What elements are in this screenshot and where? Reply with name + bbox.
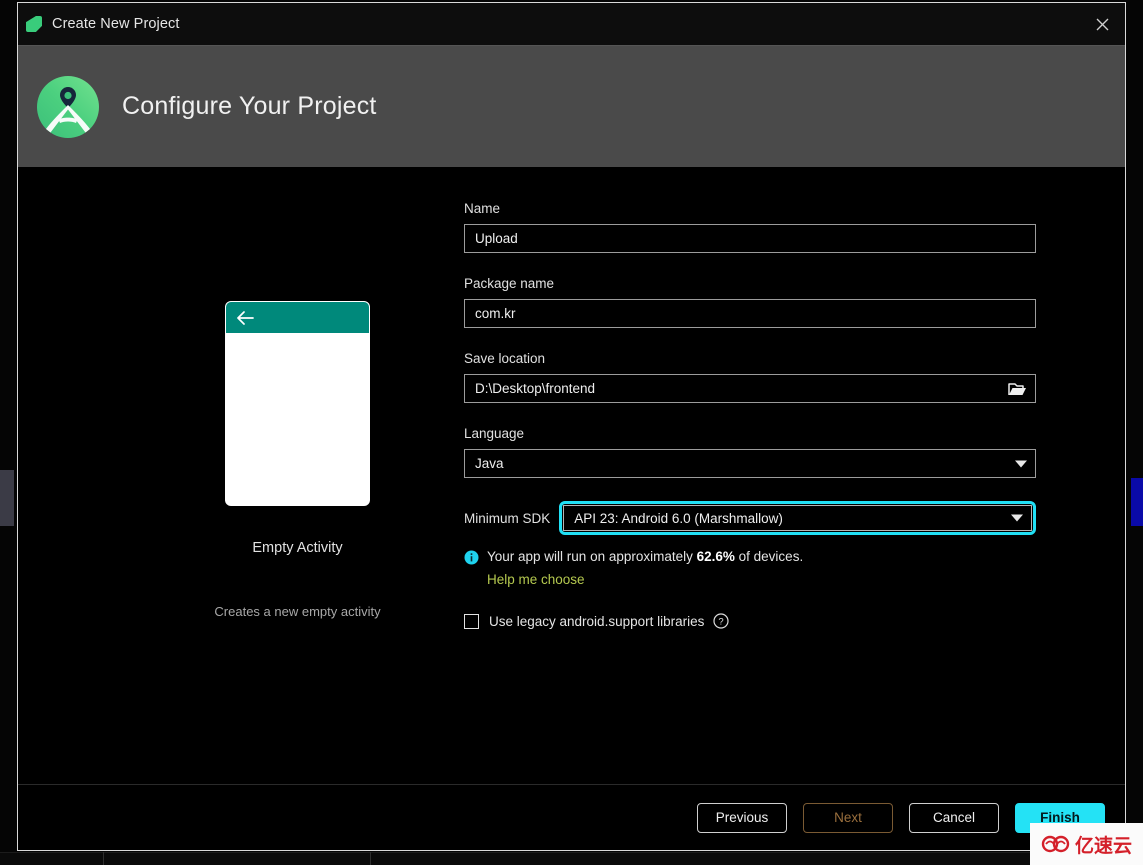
field-language: Language Java [464,426,1036,478]
phone-content-area [226,333,369,505]
coverage-percent: 62.6% [696,549,735,564]
template-description: Creates a new empty activity [214,604,381,619]
language-value: Java [475,456,504,471]
close-icon[interactable] [1079,3,1125,45]
package-name-label: Package name [464,276,555,291]
taskbar-divider [103,852,104,865]
folder-open-icon[interactable] [1008,381,1027,397]
phone-appbar [226,302,369,333]
dialog-title: Create New Project [52,16,180,32]
help-me-choose-link[interactable]: Help me choose [487,572,585,587]
legacy-libraries-checkbox[interactable] [464,613,479,629]
next-button[interactable]: Next [803,802,893,833]
back-arrow-icon [237,310,254,325]
svg-text:?: ? [719,617,724,628]
language-label: Language [464,426,525,441]
android-studio-icon [26,16,42,32]
minimum-sdk-dropdown[interactable]: API 23: Android 6.0 (Marshmallow) [563,505,1032,531]
dialog-header: Configure Your Project [18,45,1125,167]
watermark: 亿速云 [1030,823,1143,865]
coverage-text-after: of devices. [734,549,804,564]
legacy-libraries-row: Use legacy android.support libraries ? [464,613,1036,629]
save-location-input[interactable]: D:\Desktop\frontend [464,374,1036,403]
cloud-logo-icon [1041,835,1070,853]
name-value: Upload [475,231,518,246]
minimum-sdk-label: Minimum SDK [464,510,551,526]
dialog-titlebar: Create New Project [18,3,1125,45]
template-name: Empty Activity [252,540,343,556]
dialog-body: Empty Activity Creates a new empty activ… [18,167,1125,784]
taskbar-divider [370,852,371,865]
field-name: Name Upload [464,201,1036,253]
coverage-text-before: Your app will run on approximately [487,549,697,564]
package-name-input[interactable]: com.kr [464,299,1036,328]
device-coverage-info: Your app will run on approximately 62.6%… [464,549,1036,565]
language-dropdown[interactable]: Java [464,449,1036,478]
desktop-background: Create New Project Configure Your Projec… [0,0,1143,865]
project-configuration-form: Name Upload Package name com.kr Save loc… [464,201,1036,629]
chevron-down-icon[interactable] [1011,514,1023,522]
taskbar [0,852,1143,865]
field-package-name: Package name com.kr [464,276,1036,328]
watermark-text: 亿速云 [1074,835,1132,857]
name-label: Name [464,201,501,216]
page-title: Configure Your Project [122,92,377,120]
save-location-label: Save location [464,351,546,366]
device-coverage-text: Your app will run on approximately 62.6%… [487,549,803,564]
minimum-sdk-value: API 23: Android 6.0 (Marshmallow) [574,510,783,526]
phone-mockup [226,302,369,505]
info-icon [464,550,479,565]
dialog-footer: Previous Next Cancel Finish [18,784,1125,850]
name-input[interactable]: Upload [464,224,1036,253]
template-preview: Empty Activity Creates a new empty activ… [214,302,381,619]
package-name-value: com.kr [475,306,516,321]
chevron-down-icon[interactable] [1015,460,1027,467]
field-save-location: Save location D:\Desktop\frontend [464,351,1036,403]
minimum-sdk-focus-ring: API 23: Android 6.0 (Marshmallow) [559,501,1036,535]
legacy-libraries-label: Use legacy android.support libraries [489,613,705,629]
help-circle-icon[interactable]: ? [713,613,729,629]
save-location-value: D:\Desktop\frontend [475,381,596,396]
background-panel-right [1131,478,1143,526]
field-minimum-sdk: Minimum SDK API 23: Android 6.0 (Marshma… [464,501,1036,535]
previous-button[interactable]: Previous [697,802,787,833]
cancel-button[interactable]: Cancel [909,802,999,833]
create-new-project-dialog: Create New Project Configure Your Projec… [17,2,1126,851]
background-panel-left [0,470,14,526]
android-studio-logo [36,75,100,139]
